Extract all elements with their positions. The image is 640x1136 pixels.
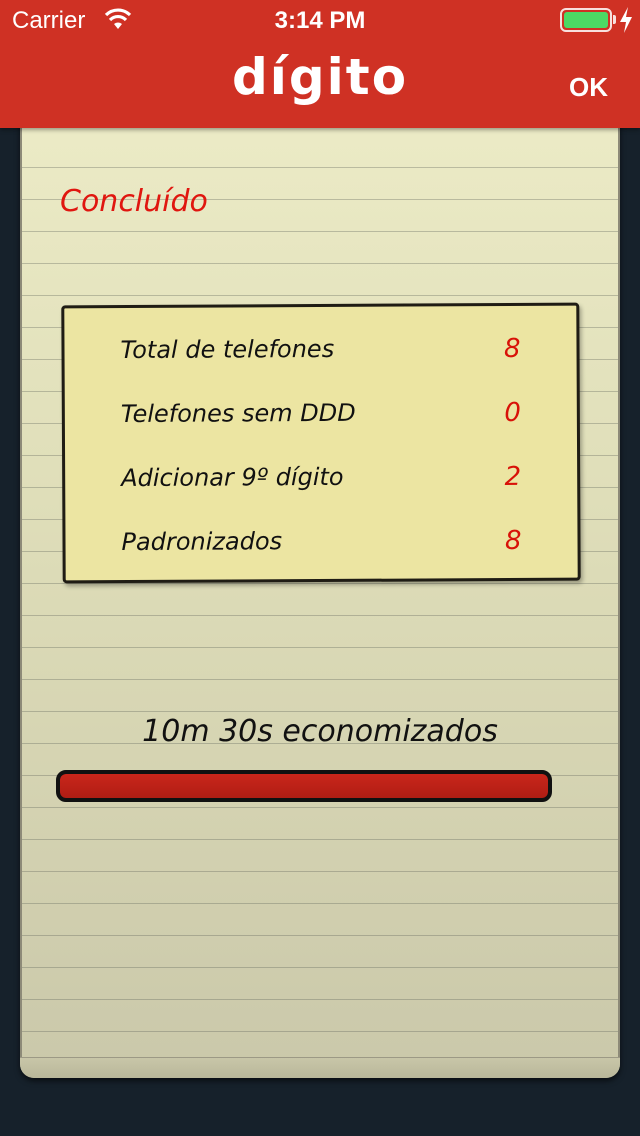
status-time: 3:14 PM — [274, 7, 366, 34]
row-label: Telefones sem DDD — [120, 398, 356, 429]
nav-bar: Carrier 3:14 PM dígito OK — [0, 0, 640, 128]
status-bar: Carrier 3:14 PM — [0, 0, 640, 40]
row-label: Total de telefones — [120, 334, 335, 365]
summary-row-standardized: Padronizados 8 — [121, 526, 521, 568]
row-label: Padronizados — [121, 527, 283, 557]
row-value: 8 — [503, 333, 521, 365]
notepad-background — [20, 110, 620, 1078]
charging-bolt-icon — [620, 7, 632, 33]
battery-icon — [560, 8, 612, 32]
battery-cap — [613, 15, 616, 24]
row-value: 2 — [504, 461, 522, 493]
battery-level — [564, 12, 608, 28]
summary-card: Total de telefones 8 Telefones sem DDD 0… — [61, 302, 581, 584]
row-value: 0 — [504, 397, 521, 429]
app-logo: dígito — [231, 48, 409, 106]
summary-row-total: Total de telefones 8 — [120, 334, 520, 376]
savings-progress-fill — [60, 774, 548, 798]
summary-row-no-ddd: Telefones sem DDD 0 — [121, 398, 521, 440]
row-value: 8 — [504, 525, 522, 557]
row-label: Adicionar 9º dígito — [121, 462, 344, 493]
time-saved-label: 10m 30s economizados — [142, 714, 498, 749]
ok-button[interactable]: OK — [569, 72, 608, 103]
savings-progress-bar — [56, 770, 552, 802]
status-heading: Concluído — [60, 184, 208, 219]
summary-row-ninth-digit: Adicionar 9º dígito 2 — [121, 462, 521, 504]
